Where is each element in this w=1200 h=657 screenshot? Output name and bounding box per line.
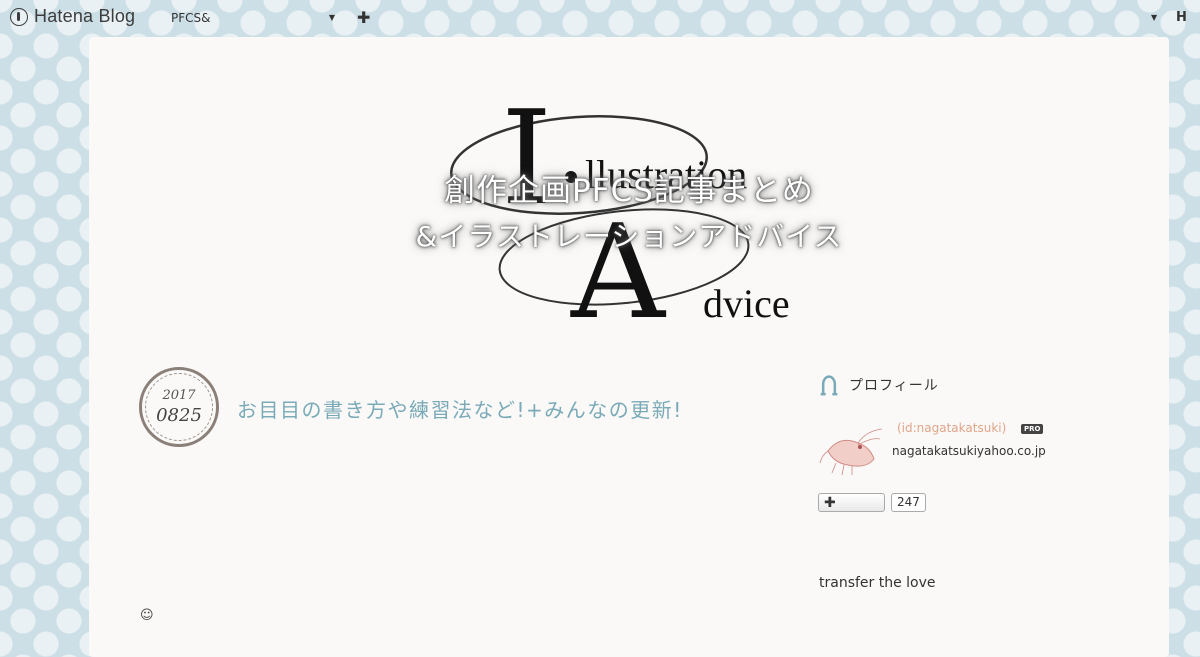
entry-date-stamp[interactable]: 2017 0825 <box>139 367 219 447</box>
profile-description: nagatakatsukiyahoo.co.jp <box>892 444 1046 458</box>
profile-section-title: プロフィール <box>849 378 939 394</box>
logo-letter-i: I <box>501 85 552 234</box>
blog-name: PFCS& <box>171 11 211 25</box>
plus-icon: ✚ <box>824 495 836 511</box>
top-bar: Hatena Blog PFCS& ▼ ✚ ▼ H <box>0 0 1200 36</box>
entry-title[interactable]: お目目の書き方や練習法など!+みんなの更新! <box>237 394 683 423</box>
blog-header[interactable]: I llustration A dvice 創作企画PFCS記事まとめ &イラス… <box>89 37 1169 327</box>
subscriber-count[interactable]: 247 <box>891 493 926 512</box>
horseshoe-icon <box>820 375 838 396</box>
entry-date-day: 0825 <box>156 405 202 426</box>
subscribe-button[interactable]: ✚ <box>818 493 885 512</box>
brand-text: Hatena Blog <box>34 6 136 26</box>
face-icon: ☺ <box>140 608 154 623</box>
entry-date-year: 2017 <box>162 388 196 403</box>
pro-badge: PRO <box>1021 424 1044 434</box>
blog-selector[interactable]: PFCS& ▼ <box>171 11 335 25</box>
logo-line2: dvice <box>703 281 790 325</box>
right-icon-label: H <box>1176 10 1187 25</box>
hatena-icon[interactable]: H <box>1176 10 1187 25</box>
plus-icon[interactable]: ✚ <box>357 8 370 27</box>
hatena-icon <box>10 7 28 26</box>
chevron-down-icon[interactable]: ▼ <box>1151 13 1157 22</box>
sidebar-text: transfer the love <box>819 575 936 591</box>
blog-title-line2: &イラストレーションアドバイス <box>415 220 843 253</box>
avatar[interactable] <box>818 425 884 477</box>
hatena-blog-logo[interactable]: Hatena Blog <box>10 6 135 27</box>
chevron-down-icon: ▼ <box>328 13 335 22</box>
profile-id[interactable]: (id:nagatakatsuki) <box>897 421 1006 435</box>
blog-title-line1: 創作企画PFCS記事まとめ <box>444 173 814 209</box>
profile-section-header: プロフィール <box>819 372 939 398</box>
blog-panel: I llustration A dvice 創作企画PFCS記事まとめ &イラス… <box>89 37 1169 657</box>
